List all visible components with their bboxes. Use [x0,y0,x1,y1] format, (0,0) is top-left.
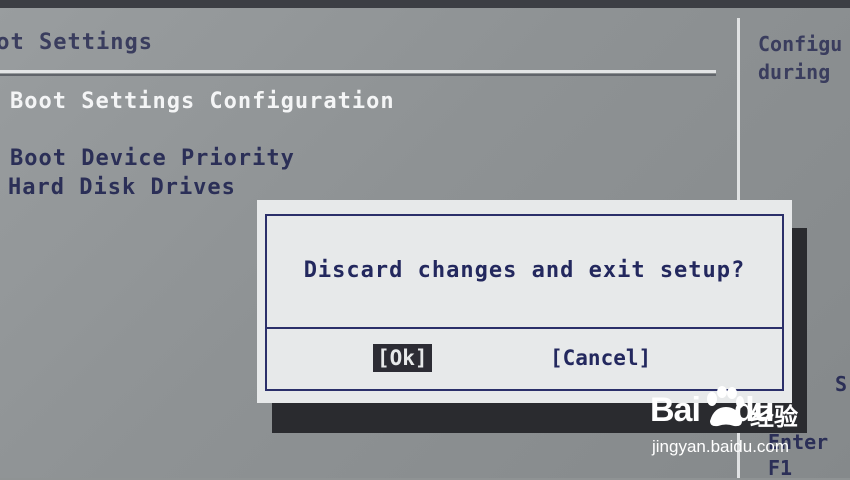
confirm-dialog: Discard changes and exit setup? [Ok] [Ca… [257,200,792,403]
help-panel-text: Configu during [758,32,843,84]
ok-button[interactable]: [Ok] [373,344,432,372]
top-bar [0,0,850,8]
header-divider-shadow [0,74,716,76]
baidu-paw-icon [707,386,744,427]
watermark-url: jingyan.baidu.com [652,437,790,456]
menu-item-boot-device-priority[interactable]: Boot Device Priority [10,146,295,171]
menu-item-boot-settings-configuration[interactable]: Boot Settings Configuration [10,89,395,114]
bios-screen: oot Settings Configu during Boot Setting… [0,0,850,480]
section-title: oot Settings [0,30,153,55]
header-divider [0,70,716,73]
menu-item-hard-disk-drives[interactable]: Hard Disk Drives [8,175,236,200]
cancel-button[interactable]: [Cancel] [550,344,651,372]
dialog-frame [265,214,784,391]
baidu-jingyan-watermark: Bai du 经验 jingyan.baidu.com [650,385,850,465]
dialog-separator [265,327,784,329]
watermark-cn: 经验 [750,404,798,431]
dialog-message: Discard changes and exit setup? [303,258,746,283]
